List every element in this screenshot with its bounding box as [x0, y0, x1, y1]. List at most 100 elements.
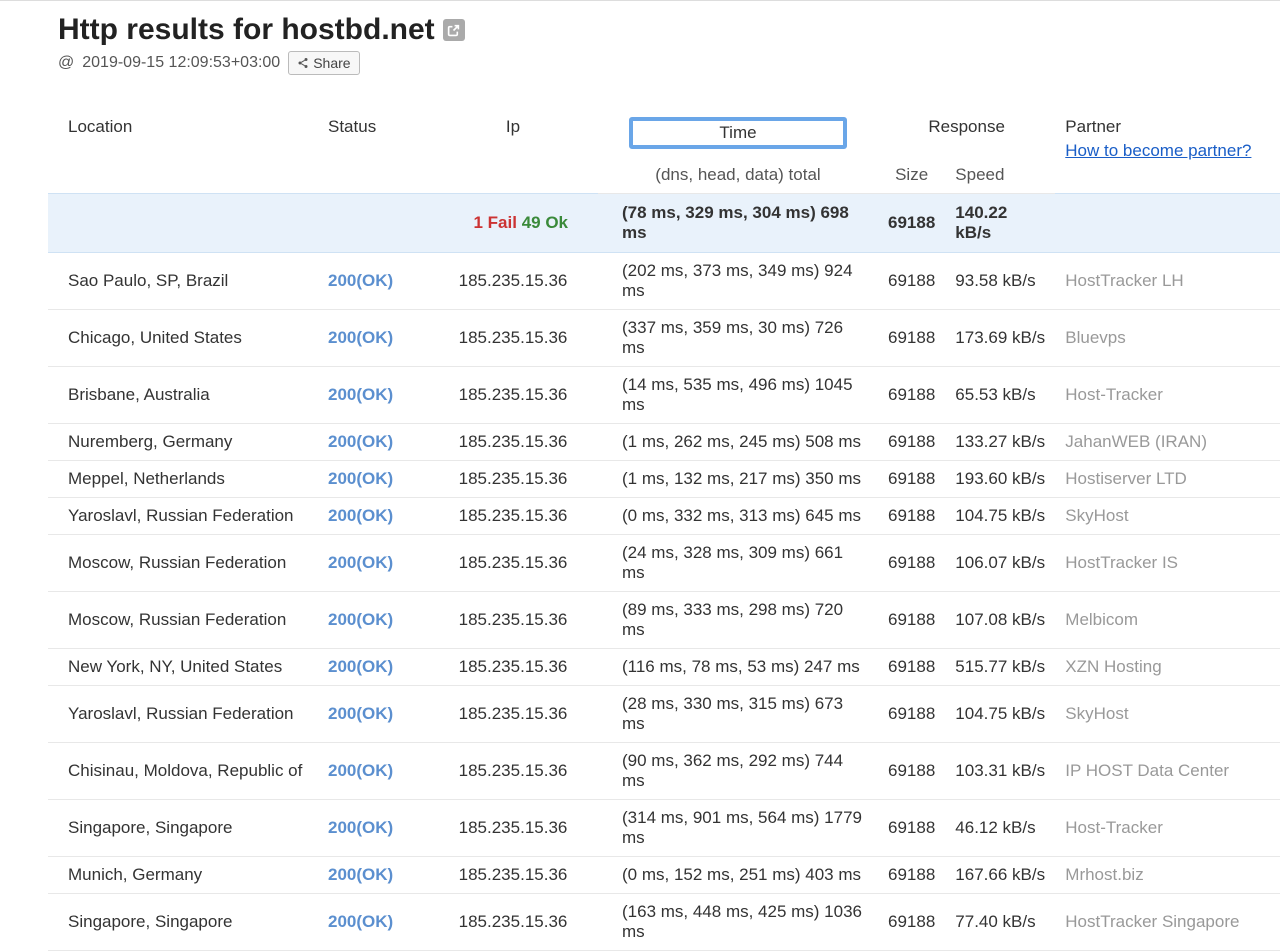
- cell-speed: 104.75 kB/s: [945, 498, 1055, 535]
- cell-ip: 185.235.15.36: [428, 686, 598, 743]
- cell-time: (163 ms, 448 ms, 425 ms) 1036 ms: [598, 894, 878, 951]
- th-time-sub: (dns, head, data) total: [598, 157, 878, 194]
- cell-partner[interactable]: SkyHost: [1055, 498, 1280, 535]
- cell-time: (337 ms, 359 ms, 30 ms) 726 ms: [598, 310, 878, 367]
- cell-ip: 185.235.15.36: [428, 253, 598, 310]
- cell-partner[interactable]: SkyHost: [1055, 686, 1280, 743]
- cell-status[interactable]: 200(OK): [318, 424, 428, 461]
- cell-size: 69188: [878, 857, 945, 894]
- cell-time: (24 ms, 328 ms, 309 ms) 661 ms: [598, 535, 878, 592]
- page-title-text: Http results for hostbd.net: [58, 13, 435, 47]
- table-row: Moscow, Russian Federation200(OK)185.235…: [48, 592, 1280, 649]
- page-container: Http results for hostbd.net @ 2019-09-15…: [0, 0, 1280, 951]
- cell-size: 69188: [878, 461, 945, 498]
- summary-fail: 1 Fail: [473, 213, 516, 232]
- th-time[interactable]: Time: [598, 109, 878, 157]
- th-ip[interactable]: Ip: [428, 109, 598, 194]
- cell-ip: 185.235.15.36: [428, 857, 598, 894]
- cell-speed: 106.07 kB/s: [945, 535, 1055, 592]
- table-row: Chicago, United States200(OK)185.235.15.…: [48, 310, 1280, 367]
- cell-status[interactable]: 200(OK): [318, 498, 428, 535]
- cell-time: (314 ms, 901 ms, 564 ms) 1779 ms: [598, 800, 878, 857]
- cell-status[interactable]: 200(OK): [318, 535, 428, 592]
- subline: @ 2019-09-15 12:09:53+03:00 Share: [58, 51, 1280, 75]
- cell-status[interactable]: 200(OK): [318, 857, 428, 894]
- cell-ip: 185.235.15.36: [428, 649, 598, 686]
- cell-partner[interactable]: JahanWEB (IRAN): [1055, 424, 1280, 461]
- cell-time: (116 ms, 78 ms, 53 ms) 247 ms: [598, 649, 878, 686]
- partner-link[interactable]: How to become partner?: [1065, 141, 1270, 161]
- summary-partner: [1055, 194, 1280, 253]
- cell-partner[interactable]: IP HOST Data Center: [1055, 743, 1280, 800]
- cell-location: Chicago, United States: [48, 310, 318, 367]
- cell-time: (14 ms, 535 ms, 496 ms) 1045 ms: [598, 367, 878, 424]
- page-title: Http results for hostbd.net: [58, 13, 465, 47]
- cell-status[interactable]: 200(OK): [318, 310, 428, 367]
- cell-partner[interactable]: HostTracker IS: [1055, 535, 1280, 592]
- cell-ip: 185.235.15.36: [428, 743, 598, 800]
- cell-location: Chisinau, Moldova, Republic of: [48, 743, 318, 800]
- cell-size: 69188: [878, 649, 945, 686]
- share-icon: [297, 57, 309, 69]
- summary-time: (78 ms, 329 ms, 304 ms) 698 ms: [598, 194, 878, 253]
- summary-row: 1 Fail 49 Ok (78 ms, 329 ms, 304 ms) 698…: [48, 194, 1280, 253]
- cell-partner[interactable]: Host-Tracker: [1055, 800, 1280, 857]
- cell-partner[interactable]: Hostiserver LTD: [1055, 461, 1280, 498]
- cell-location: Sao Paulo, SP, Brazil: [48, 253, 318, 310]
- timestamp: 2019-09-15 12:09:53+03:00: [82, 54, 280, 72]
- cell-status[interactable]: 200(OK): [318, 686, 428, 743]
- cell-partner[interactable]: HostTracker Singapore: [1055, 894, 1280, 951]
- th-time-highlight: Time: [629, 117, 846, 149]
- cell-status[interactable]: 200(OK): [318, 649, 428, 686]
- cell-status[interactable]: 200(OK): [318, 367, 428, 424]
- cell-status[interactable]: 200(OK): [318, 800, 428, 857]
- cell-speed: 93.58 kB/s: [945, 253, 1055, 310]
- timestamp-prefix: @: [58, 54, 74, 72]
- summary-speed: 140.22 kB/s: [945, 194, 1055, 253]
- cell-speed: 515.77 kB/s: [945, 649, 1055, 686]
- cell-location: Brisbane, Australia: [48, 367, 318, 424]
- cell-ip: 185.235.15.36: [428, 498, 598, 535]
- cell-location: New York, NY, United States: [48, 649, 318, 686]
- cell-time: (89 ms, 333 ms, 298 ms) 720 ms: [598, 592, 878, 649]
- cell-time: (28 ms, 330 ms, 315 ms) 673 ms: [598, 686, 878, 743]
- cell-status[interactable]: 200(OK): [318, 743, 428, 800]
- th-response[interactable]: Response: [878, 109, 1055, 157]
- cell-location: Yaroslavl, Russian Federation: [48, 686, 318, 743]
- cell-time: (1 ms, 262 ms, 245 ms) 508 ms: [598, 424, 878, 461]
- th-status[interactable]: Status: [318, 109, 428, 194]
- cell-size: 69188: [878, 800, 945, 857]
- cell-size: 69188: [878, 894, 945, 951]
- external-link-icon[interactable]: [443, 19, 465, 41]
- cell-speed: 77.40 kB/s: [945, 894, 1055, 951]
- cell-time: (0 ms, 152 ms, 251 ms) 403 ms: [598, 857, 878, 894]
- cell-status[interactable]: 200(OK): [318, 461, 428, 498]
- cell-ip: 185.235.15.36: [428, 310, 598, 367]
- cell-partner[interactable]: Mrhost.biz: [1055, 857, 1280, 894]
- cell-location: Moscow, Russian Federation: [48, 592, 318, 649]
- th-partner: Partner How to become partner?: [1055, 109, 1280, 194]
- cell-time: (0 ms, 332 ms, 313 ms) 645 ms: [598, 498, 878, 535]
- share-button[interactable]: Share: [288, 51, 359, 75]
- summary-size: 69188: [878, 194, 945, 253]
- cell-partner[interactable]: Host-Tracker: [1055, 367, 1280, 424]
- th-size[interactable]: Size: [878, 157, 945, 194]
- cell-partner[interactable]: Melbicom: [1055, 592, 1280, 649]
- cell-speed: 46.12 kB/s: [945, 800, 1055, 857]
- cell-partner[interactable]: XZN Hosting: [1055, 649, 1280, 686]
- cell-status[interactable]: 200(OK): [318, 894, 428, 951]
- cell-ip: 185.235.15.36: [428, 461, 598, 498]
- cell-size: 69188: [878, 367, 945, 424]
- th-speed[interactable]: Speed: [945, 157, 1055, 194]
- cell-speed: 193.60 kB/s: [945, 461, 1055, 498]
- table-row: New York, NY, United States200(OK)185.23…: [48, 649, 1280, 686]
- th-partner-label: Partner: [1065, 117, 1121, 136]
- cell-partner[interactable]: Bluevps: [1055, 310, 1280, 367]
- cell-partner[interactable]: HostTracker LH: [1055, 253, 1280, 310]
- cell-status[interactable]: 200(OK): [318, 253, 428, 310]
- cell-ip: 185.235.15.36: [428, 894, 598, 951]
- cell-location: Nuremberg, Germany: [48, 424, 318, 461]
- cell-ip: 185.235.15.36: [428, 424, 598, 461]
- cell-status[interactable]: 200(OK): [318, 592, 428, 649]
- th-location[interactable]: Location: [48, 109, 318, 194]
